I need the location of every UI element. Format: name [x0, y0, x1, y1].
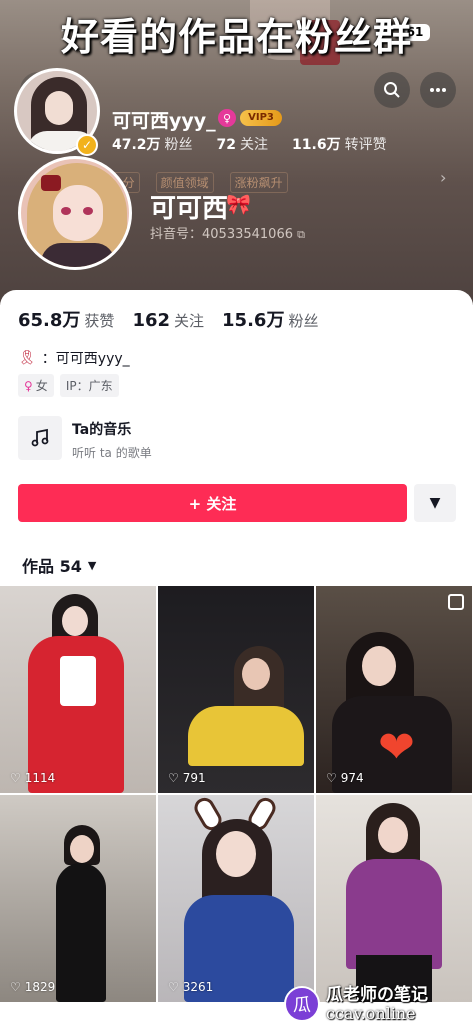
profile-display-name: 可可西 [150, 194, 229, 224]
mini-username: 可可西yyy_ [112, 110, 216, 132]
watermark-logo-icon: 瓜 [284, 986, 320, 1022]
gender-text: 女 [35, 379, 48, 393]
more-dots-icon [430, 88, 446, 92]
works-tab[interactable]: 作品 54 ▼ [22, 553, 96, 577]
stats-row: 65.8万 获赞 162 关注 15.6万 粉丝 [18, 306, 318, 332]
music-entry[interactable]: Ta的音乐 听听 ta 的歌单 [18, 416, 458, 462]
more-options-button[interactable] [420, 72, 456, 108]
stat-fans[interactable]: 15.6万 粉丝 [222, 306, 318, 332]
search-icon [384, 82, 400, 98]
follow-more-dropdown[interactable]: ▼ [414, 484, 456, 522]
music-title: Ta的音乐 [72, 422, 132, 438]
heart-outline-icon: ♡ [168, 771, 179, 785]
multi-image-icon [448, 594, 464, 610]
caret-down-icon: ▼ [87, 558, 97, 572]
douyin-id-text: 抖音号：40533541066 [150, 227, 293, 242]
heart-outline-icon: ♡ [326, 771, 337, 785]
verified-badge-icon: ✓ [76, 134, 98, 156]
works-tab-label: 作品 54 [22, 557, 82, 576]
work-thumbnail[interactable]: ♡ 1114 [0, 586, 156, 793]
mini-stat-following[interactable]: 72 关注 [217, 134, 268, 154]
ip-tag: IP：广东 [59, 374, 119, 397]
bio-text: ：可可西yyy_ [41, 351, 130, 367]
stat-following[interactable]: 162 关注 [132, 310, 204, 331]
heart-outline-icon: ♡ [10, 980, 21, 994]
music-subtitle: 听听 ta 的歌单 [72, 446, 152, 460]
music-note-icon [18, 416, 62, 460]
chevron-right-icon: › [440, 168, 447, 187]
likes-count: ♡ 3261 [168, 980, 214, 994]
ip-text: IP：广东 [65, 379, 113, 393]
faded-tag: 涨粉飙升 [229, 172, 288, 193]
work-thumbnail[interactable]: ❤ ♡ 974 [316, 586, 472, 793]
work-thumbnail[interactable]: ♡ 3261 [158, 795, 314, 1002]
name-emoji: 🎀 [226, 192, 251, 216]
heart-outline-icon: ♡ [10, 771, 21, 785]
watermark-line1: 瓜老师の笔记 [326, 984, 428, 1005]
work-thumbnail[interactable]: ♡ 791 [158, 586, 314, 793]
stat-likes[interactable]: 65.8万 获赞 [18, 306, 114, 332]
heart-sticker-icon: ❤ [378, 722, 415, 773]
works-grid: ♡ 1114 ♡ 791 ❤ ♡ 974 ♡ 1829 ♡ 3261 [0, 586, 473, 1024]
likes-count: ♡ 791 [168, 771, 206, 785]
creator-badge-icon: ♀ [218, 109, 236, 127]
watermark-line2: ccav.online [326, 1003, 416, 1023]
bio: 🎗 ：可可西yyy_ [18, 348, 130, 368]
copy-icon[interactable]: ⧉ [297, 228, 305, 241]
likes-count: ♡ 974 [326, 771, 364, 785]
profile-tags: ♀ 女 IP：广东 [18, 374, 119, 397]
likes-count: ♡ 1829 [10, 980, 56, 994]
work-thumbnail[interactable]: ♡ 1829 [0, 795, 156, 1002]
watermark: 瓜 瓜老师の笔记 ccav.online [284, 984, 473, 1024]
vip-badge: VIP3 [240, 110, 282, 126]
overlay-caption-title: 好看的作品在粉丝群 [60, 15, 412, 59]
mini-stats-row: 47.2万 粉丝 72 关注 11.6万 转评赞 [112, 134, 387, 154]
profile-avatar[interactable] [18, 156, 132, 270]
search-button[interactable] [374, 72, 410, 108]
female-icon: ♀ [24, 378, 33, 393]
gender-tag: ♀ 女 [18, 374, 54, 397]
mini-stat-reposts[interactable]: 11.6万 转评赞 [292, 134, 387, 154]
mini-stat-fans[interactable]: 47.2万 粉丝 [112, 134, 193, 154]
ribbon-icon: 🎗 [18, 350, 36, 366]
follow-button[interactable]: + 关注 [18, 484, 407, 522]
douyin-id[interactable]: 抖音号：40533541066 ⧉ [150, 223, 305, 242]
likes-count: ♡ 1114 [10, 771, 56, 785]
caret-down-icon: ▼ [429, 495, 441, 511]
work-thumbnail[interactable] [316, 795, 472, 1002]
heart-outline-icon: ♡ [168, 980, 179, 994]
